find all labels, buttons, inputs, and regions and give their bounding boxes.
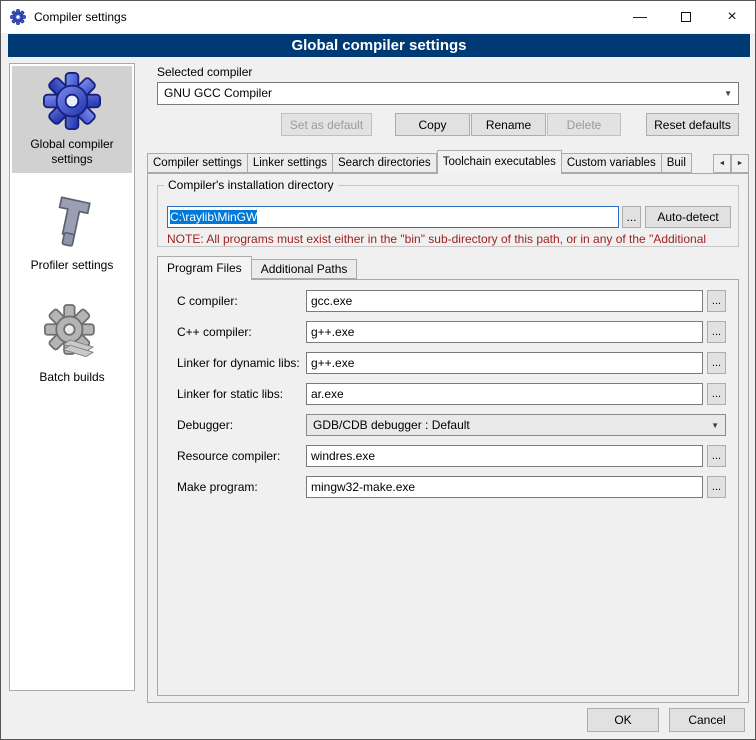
tab-compiler-settings[interactable]: Compiler settings xyxy=(147,153,248,173)
installation-directory-browse-button[interactable]: ... xyxy=(622,206,641,228)
static-linker-row: Linker for static libs: ar.exe ... xyxy=(157,383,739,405)
resource-compiler-label: Resource compiler: xyxy=(177,445,280,467)
debugger-dropdown[interactable]: GDB/CDB debugger : Default ▼ xyxy=(306,414,726,436)
ok-button[interactable]: OK xyxy=(587,708,659,732)
blue-gear-icon xyxy=(43,72,101,130)
app-gear-icon[interactable] xyxy=(10,9,26,25)
bin-subdirectory-note: NOTE: All programs must exist either in … xyxy=(167,232,745,246)
tab-linker-settings[interactable]: Linker settings xyxy=(248,153,333,173)
make-program-value: mingw32-make.exe xyxy=(311,480,415,494)
tab-scroll-left-button[interactable]: ◄ xyxy=(713,154,731,173)
maximize-icon xyxy=(681,12,691,22)
make-program-browse-button[interactable]: ... xyxy=(707,476,726,498)
profiler-tool-icon xyxy=(45,193,99,251)
selected-compiler-value: GNU GCC Compiler xyxy=(164,83,272,104)
sidebar-item-label: Profiler settings xyxy=(31,258,114,273)
arrow-left-icon: ◄ xyxy=(719,160,726,167)
static-linker-browse-button[interactable]: ... xyxy=(707,383,726,405)
make-program-input[interactable]: mingw32-make.exe xyxy=(306,476,703,498)
maximize-button[interactable] xyxy=(663,1,709,32)
c-compiler-input[interactable]: gcc.exe xyxy=(306,290,703,312)
debugger-label: Debugger: xyxy=(177,414,233,436)
tab-scroll-right-button[interactable]: ► xyxy=(731,154,749,173)
close-button[interactable]: × xyxy=(709,1,755,32)
category-sidebar: Global compiler settings Profiler settin… xyxy=(9,63,135,691)
minimize-button[interactable]: — xyxy=(617,1,663,32)
cancel-button[interactable]: Cancel xyxy=(669,708,745,732)
settings-tabstrip: Compiler settings Linker settings Search… xyxy=(147,150,749,174)
sidebar-item-label: Global compiler settings xyxy=(14,137,130,167)
reset-defaults-button[interactable]: Reset defaults xyxy=(646,113,739,136)
chevron-down-icon: ▼ xyxy=(711,415,719,436)
tab-custom-variables[interactable]: Custom variables xyxy=(562,153,662,173)
sidebar-item-label: Batch builds xyxy=(39,370,104,385)
tab-toolchain-executables[interactable]: Toolchain executables xyxy=(437,150,562,174)
resource-compiler-row: Resource compiler: windres.exe ... xyxy=(157,445,739,467)
titlebar: Compiler settings — × xyxy=(1,1,755,33)
c-compiler-label: C compiler: xyxy=(177,290,238,312)
make-program-label: Make program: xyxy=(177,476,258,498)
rename-button[interactable]: Rename xyxy=(471,113,546,136)
auto-detect-button[interactable]: Auto-detect xyxy=(645,206,731,228)
dynamic-linker-row: Linker for dynamic libs: g++.exe ... xyxy=(157,352,739,374)
selected-compiler-dropdown[interactable]: GNU GCC Compiler ▼ xyxy=(157,82,739,105)
static-linker-input[interactable]: ar.exe xyxy=(306,383,703,405)
dynamic-linker-input[interactable]: g++.exe xyxy=(306,352,703,374)
debugger-value: GDB/CDB debugger : Default xyxy=(313,415,470,436)
cpp-compiler-input[interactable]: g++.exe xyxy=(306,321,703,343)
installation-directory-input[interactable]: C:\raylib\MinGW xyxy=(167,206,619,228)
c-compiler-browse-button[interactable]: ... xyxy=(707,290,726,312)
resource-compiler-browse-button[interactable]: ... xyxy=(707,445,726,467)
static-linker-label: Linker for static libs: xyxy=(177,383,283,405)
make-program-row: Make program: mingw32-make.exe ... xyxy=(157,476,739,498)
resource-compiler-input[interactable]: windres.exe xyxy=(306,445,703,467)
compiler-settings-dialog: Compiler settings — × Global compiler se… xyxy=(0,0,756,740)
minimize-icon: — xyxy=(633,8,647,24)
selected-compiler-label: Selected compiler xyxy=(157,61,252,83)
dynamic-linker-browse-button[interactable]: ... xyxy=(707,352,726,374)
subtab-additional-paths[interactable]: Additional Paths xyxy=(252,259,358,279)
debugger-row: Debugger: GDB/CDB debugger : Default ▼ xyxy=(157,414,739,436)
copy-button[interactable]: Copy xyxy=(395,113,470,136)
dynamic-linker-label: Linker for dynamic libs: xyxy=(177,352,300,374)
sidebar-item-global-compiler-settings[interactable]: Global compiler settings xyxy=(12,66,132,173)
cpp-compiler-label: C++ compiler: xyxy=(177,321,252,343)
chevron-down-icon: ▼ xyxy=(724,83,732,104)
resource-compiler-value: windres.exe xyxy=(311,449,375,463)
c-compiler-value: gcc.exe xyxy=(311,294,352,308)
dialog-header: Global compiler settings xyxy=(8,34,750,57)
set-as-default-button: Set as default xyxy=(281,113,372,136)
selected-path-text: C:\raylib\MinGW xyxy=(170,210,257,224)
static-linker-value: ar.exe xyxy=(311,387,344,401)
cpp-compiler-row: C++ compiler: g++.exe ... xyxy=(157,321,739,343)
installation-directory-group-label: Compiler's installation directory xyxy=(164,178,338,192)
arrow-right-icon: ► xyxy=(737,160,744,167)
dynamic-linker-value: g++.exe xyxy=(311,356,354,370)
delete-button: Delete xyxy=(547,113,621,136)
c-compiler-row: C compiler: gcc.exe ... xyxy=(157,290,739,312)
sidebar-item-batch-builds[interactable]: Batch builds xyxy=(12,297,132,391)
sidebar-item-profiler-settings[interactable]: Profiler settings xyxy=(12,187,132,279)
cpp-compiler-browse-button[interactable]: ... xyxy=(707,321,726,343)
tab-build-options[interactable]: Buil xyxy=(662,153,692,173)
cpp-compiler-value: g++.exe xyxy=(311,325,354,339)
tab-search-directories[interactable]: Search directories xyxy=(333,153,437,173)
subtab-program-files[interactable]: Program Files xyxy=(157,256,252,280)
gray-gear-stack-icon xyxy=(44,303,100,363)
window-title: Compiler settings xyxy=(34,1,127,33)
program-files-tabstrip: Program Files Additional Paths xyxy=(157,256,587,280)
close-icon: × xyxy=(727,8,736,25)
